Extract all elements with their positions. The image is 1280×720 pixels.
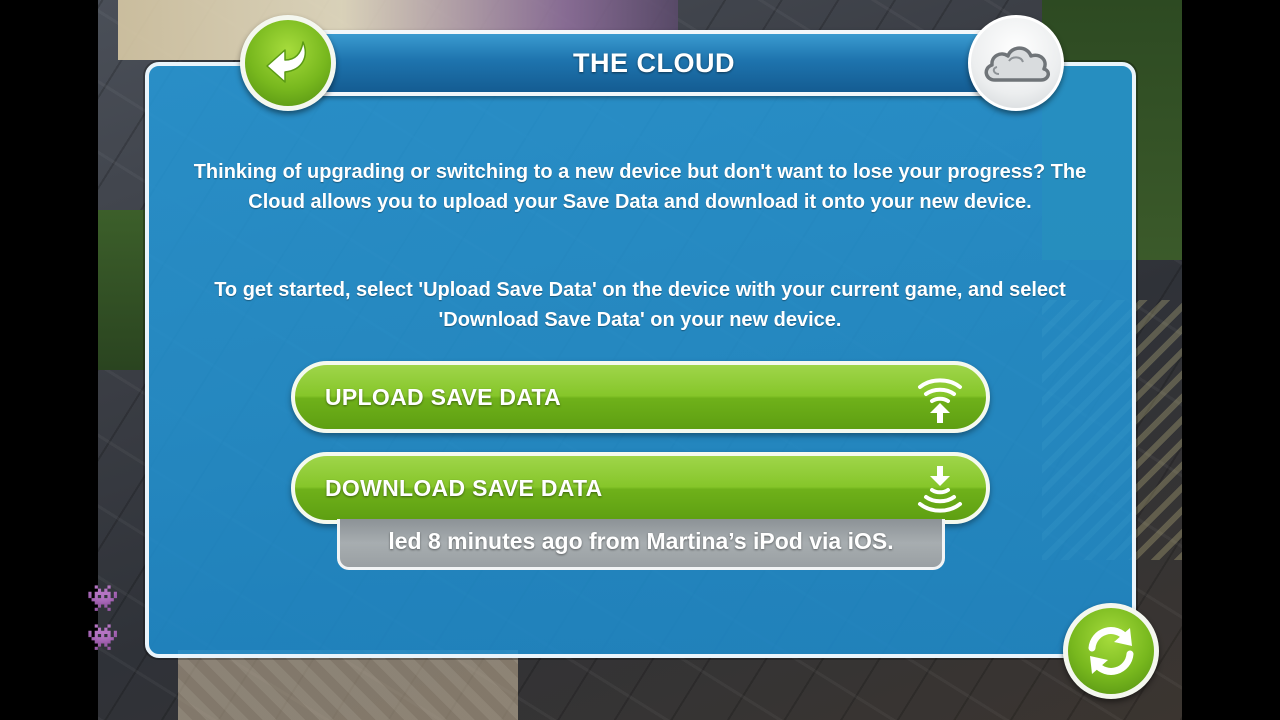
upload-signal-icon — [918, 378, 962, 423]
intro-paragraph: Thinking of upgrading or switching to a … — [193, 161, 1087, 213]
dialog-title: THE CLOUD — [573, 48, 735, 78]
scene-lawn-left — [98, 210, 146, 370]
upload-button-label: UPLOAD SAVE DATA — [325, 384, 562, 410]
space-invader-icon: 👾 — [86, 622, 120, 652]
cloud-icon — [984, 46, 1050, 82]
back-button[interactable] — [240, 15, 336, 111]
upload-save-data-button[interactable]: UPLOAD SAVE DATA — [291, 361, 990, 433]
dialog-title-bar: THE CLOUD — [318, 30, 990, 96]
instructions-paragraph: To get started, select 'Upload Save Data… — [214, 279, 1066, 331]
last-upload-status-text: led 8 minutes ago from Martina’s iPod vi… — [388, 528, 894, 554]
scene-tiled-floor — [178, 650, 518, 720]
cloud-badge — [968, 15, 1064, 111]
last-upload-status: led 8 minutes ago from Martina’s iPod vi… — [337, 519, 945, 570]
refresh-button[interactable] — [1063, 603, 1159, 699]
space-invader-icon: 👾 — [86, 583, 120, 613]
back-arrow-icon — [266, 41, 306, 83]
refresh-icon — [1088, 627, 1134, 675]
download-save-data-button[interactable]: DOWNLOAD SAVE DATA — [291, 452, 990, 524]
download-button-label: DOWNLOAD SAVE DATA — [325, 475, 603, 501]
download-signal-icon — [918, 466, 962, 513]
